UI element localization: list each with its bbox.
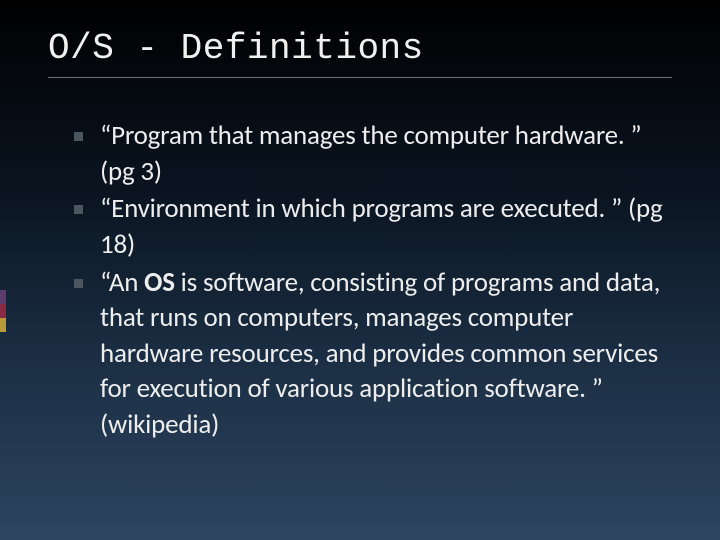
slide-title: O/S - Definitions [48,28,672,69]
bullet-item: “Environment in which programs are execu… [100,191,672,262]
bullet-text-bold: OS [144,266,175,299]
bullet-item: “An OS is software, consisting of progra… [100,265,672,443]
bullet-text-prefix: “An [100,266,144,299]
bullet-text-suffix: is software, consisting of programs and … [100,266,660,442]
bullet-text: “Environment in which programs are execu… [100,192,662,261]
bullet-list: “Program that manages the computer hardw… [48,118,672,443]
accent-bar-1 [0,290,6,304]
slide-container: O/S - Definitions “Program that manages … [0,0,720,540]
title-rule [48,77,672,78]
accent-bar-2 [0,304,6,318]
accent-bar-3 [0,318,6,332]
bullet-text: “Program that manages the computer hardw… [100,119,642,188]
bullet-item: “Program that manages the computer hardw… [100,118,672,189]
accent-bars [0,290,6,332]
